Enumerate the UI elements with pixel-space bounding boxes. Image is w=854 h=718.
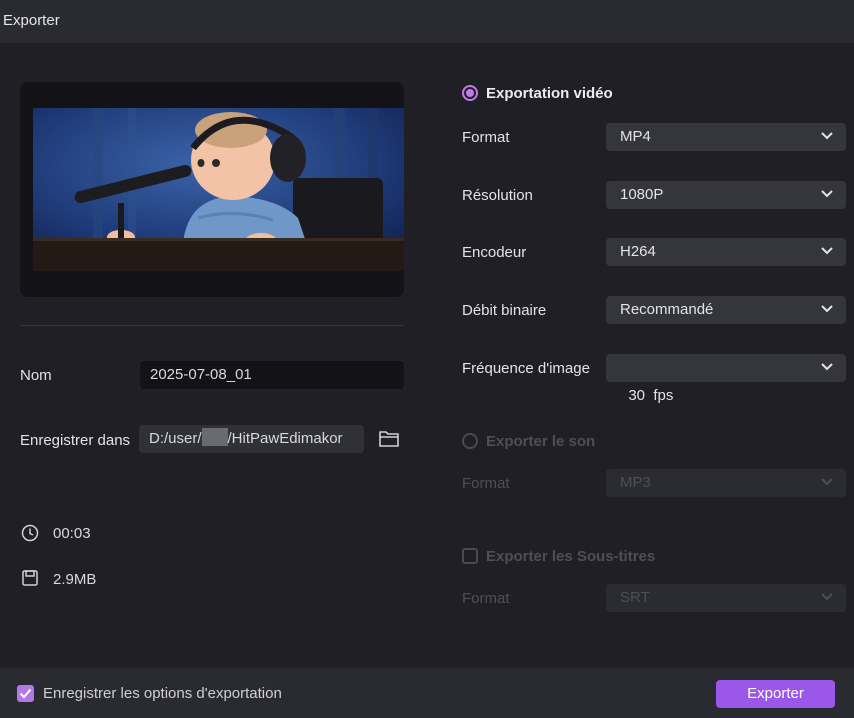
video-export-title: Exportation vidéo — [486, 85, 613, 102]
remember-options-label: Enregistrer les options d'exportation — [43, 685, 282, 702]
audio-format-label: Format — [462, 475, 510, 492]
preview-thumbnail — [33, 108, 404, 271]
clock-icon — [21, 524, 39, 542]
resolution-value: 1080P — [620, 186, 664, 203]
redacted-mask — [201, 428, 228, 446]
folder-icon[interactable] — [378, 429, 400, 449]
audio-export-radio[interactable] — [462, 433, 478, 449]
audio-format-value: MP3 — [620, 474, 651, 491]
save-location-label: Enregistrer dans — [20, 432, 131, 449]
subtitles-format-label: Format — [462, 590, 510, 607]
export-button[interactable]: Exporter — [716, 680, 835, 708]
framerate-select[interactable]: 30 fps — [606, 354, 846, 404]
encoder-select[interactable]: H264 — [606, 238, 846, 266]
remember-options-checkbox[interactable] — [17, 685, 34, 702]
audio-format-select[interactable]: MP3 — [606, 469, 846, 497]
audio-export-title: Exporter le son — [486, 433, 596, 450]
window-title: Exporter — [3, 12, 60, 29]
name-label: Nom — [20, 367, 52, 384]
title-bar: Exporter — [0, 0, 854, 43]
bitrate-value: Recommandé — [620, 301, 714, 318]
checkmark-icon — [19, 688, 32, 699]
framerate-label: Fréquence d'image — [462, 360, 590, 377]
left-divider — [20, 325, 404, 326]
name-input[interactable]: 2025-07-08_01 — [140, 361, 404, 389]
file-size-value: 2.9MB — [53, 571, 97, 588]
chevron-down-icon — [821, 247, 833, 255]
bitrate-select[interactable]: Recommandé — [606, 296, 846, 324]
video-preview — [20, 82, 404, 297]
framerate-value: 30 fps — [628, 387, 674, 404]
format-label: Format — [462, 129, 510, 146]
file-size-icon — [22, 570, 38, 586]
dialog-footer: Enregistrer les options d'exportation Ex… — [0, 668, 854, 718]
subtitles-format-select[interactable]: SRT — [606, 584, 846, 612]
save-path-field[interactable]: D:/user/ /HitPawEdimakor — [139, 425, 364, 453]
encoder-label: Encodeur — [462, 244, 527, 261]
subtitles-export-title: Exporter les Sous-titres — [486, 548, 656, 565]
format-value: MP4 — [620, 128, 651, 145]
resolution-label: Résolution — [462, 187, 533, 204]
subtitles-format-value: SRT — [620, 589, 650, 606]
save-path-prefix: D:/user/ — [149, 430, 202, 447]
encoder-value: H264 — [620, 243, 656, 260]
duration-value: 00:03 — [53, 525, 91, 542]
save-path-suffix: /HitPawEdimakor — [227, 430, 343, 447]
chevron-down-icon — [821, 593, 833, 601]
chevron-down-icon — [821, 132, 833, 140]
chevron-down-icon — [821, 190, 833, 198]
subtitles-export-checkbox[interactable] — [462, 548, 478, 564]
chevron-down-icon — [821, 478, 833, 486]
resolution-select[interactable]: 1080P — [606, 181, 846, 209]
bitrate-label: Débit binaire — [462, 302, 547, 319]
chevron-down-icon — [821, 363, 833, 371]
format-select[interactable]: MP4 — [606, 123, 846, 151]
video-export-radio[interactable] — [462, 85, 478, 101]
chevron-down-icon — [821, 305, 833, 313]
